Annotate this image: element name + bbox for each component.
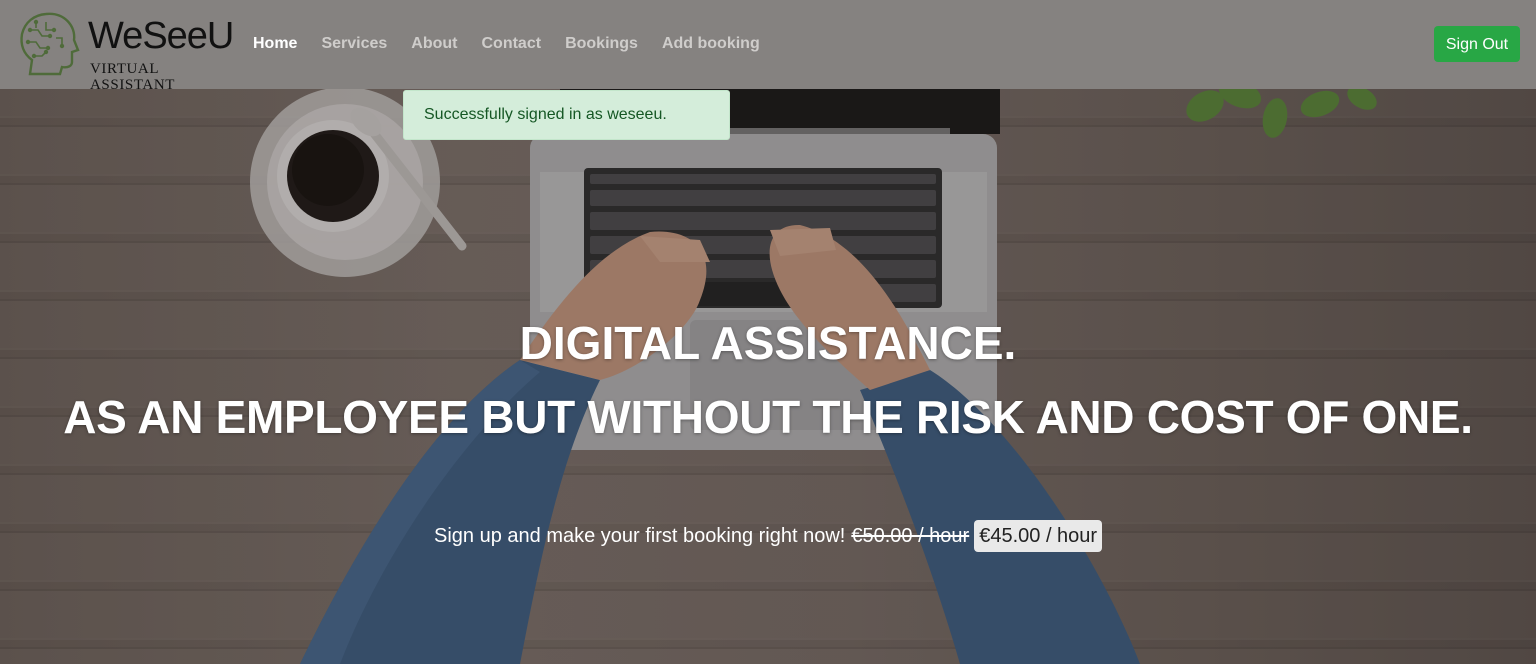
nav-item-contact[interactable]: Contact [482,34,542,54]
old-price: €50.00 / hour [851,524,970,547]
promo-line: Sign up and make your first booking righ… [434,520,1103,552]
brand-logo-link[interactable]: WeSeeU VIRTUAL ASSISTANT [16,8,246,93]
promo-text: Sign up and make your first booking righ… [434,524,846,547]
nav-item-services[interactable]: Services [321,34,387,54]
success-alert: Successfully signed in as weseeu. [403,90,730,140]
nav-item-home[interactable]: Home [253,34,297,54]
nav-item-bookings[interactable]: Bookings [565,34,638,54]
nav-item-about[interactable]: About [411,34,457,54]
brand-name: WeSeeU [88,15,234,57]
new-price-badge: €45.00 / hour [974,520,1103,552]
sign-out-button[interactable]: Sign Out [1434,26,1520,62]
alert-message: Successfully signed in as weseeu. [424,106,667,123]
top-navbar: WeSeeU VIRTUAL ASSISTANT Home Services A… [0,0,1536,93]
brand-tagline: VIRTUAL ASSISTANT [90,61,176,93]
nav-links: Home Services About Contact Bookings Add… [253,34,760,54]
brain-circuit-head-icon [20,12,80,76]
nav-item-add-booking[interactable]: Add booking [662,34,760,54]
hero-headline-line2: AS AN EMPLOYEE BUT WITHOUT THE RISK AND … [63,391,1473,443]
hero-headline-line1: DIGITAL ASSISTANCE. [519,317,1017,369]
